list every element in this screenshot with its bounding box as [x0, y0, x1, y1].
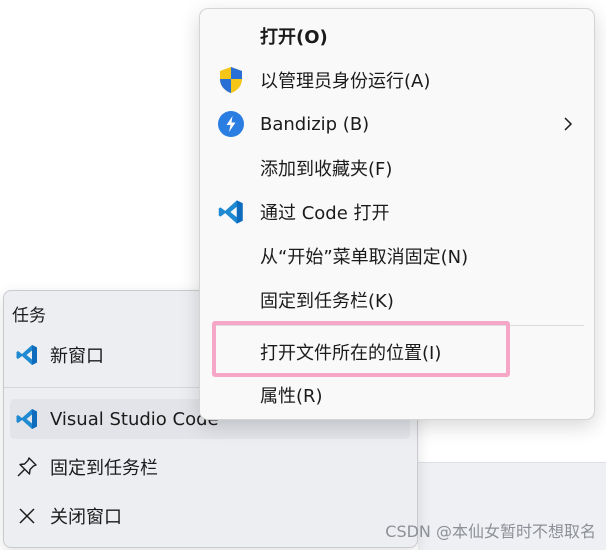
menu-item-run-as-admin[interactable]: 以管理员身份运行(A) — [200, 60, 594, 100]
context-menu: 打开(O) 以管理员身份运行(A) Bandizip (B) 添加到收藏夹(F) — [199, 8, 595, 420]
close-icon — [14, 503, 40, 529]
menu-item-add-to-favorites[interactable]: 添加到收藏夹(F) — [200, 148, 594, 188]
menu-item-open-label: 打开(O) — [260, 27, 328, 48]
close-window-label: 关闭窗口 — [50, 507, 122, 528]
menu-item-properties[interactable]: 属性(R) — [200, 375, 594, 415]
vscode-icon — [216, 197, 246, 227]
uac-shield-icon — [216, 65, 246, 95]
menu-item-pin-to-taskbar-label: 固定到任务栏(K) — [260, 291, 394, 312]
menu-item-bandizip[interactable]: Bandizip (B) — [200, 104, 594, 144]
menu-item-bandizip-label: Bandizip (B) — [260, 113, 370, 135]
chevron-right-icon — [560, 115, 576, 133]
menu-item-add-to-favorites-label: 添加到收藏夹(F) — [260, 159, 393, 180]
pin-icon — [14, 454, 40, 480]
menu-item-open-file-location-label: 打开文件所在的位置(I) — [260, 343, 442, 364]
menu-item-open[interactable]: 打开(O) — [200, 16, 594, 56]
menu-item-open-with-code[interactable]: 通过 Code 打开 — [200, 192, 594, 232]
vscode-app-label: Visual Studio Code — [50, 408, 219, 430]
menu-item-open-with-code-label: 通过 Code 打开 — [260, 203, 390, 224]
menu-item-unpin-from-start[interactable]: 从“开始”菜单取消固定(N) — [200, 236, 594, 276]
new-window-label: 新窗口 — [50, 346, 104, 367]
pin-to-taskbar-action[interactable]: 固定到任务栏 — [10, 447, 410, 487]
close-window-action[interactable]: 关闭窗口 — [10, 496, 410, 536]
menu-separator — [212, 325, 584, 326]
menu-item-open-file-location[interactable]: 打开文件所在的位置(I) — [200, 332, 594, 372]
vscode-icon — [14, 342, 40, 368]
bandizip-icon — [216, 109, 246, 139]
menu-item-run-as-admin-label: 以管理员身份运行(A) — [260, 71, 431, 92]
menu-item-unpin-from-start-label: 从“开始”菜单取消固定(N) — [260, 247, 469, 268]
menu-item-properties-label: 属性(R) — [260, 386, 323, 407]
menu-item-pin-to-taskbar[interactable]: 固定到任务栏(K) — [200, 280, 594, 320]
tasks-section-title: 任务 — [12, 306, 46, 326]
watermark: CSDN @本仙女暂时不想取名 — [385, 522, 596, 541]
vscode-icon — [14, 406, 40, 432]
pin-to-taskbar-label: 固定到任务栏 — [50, 458, 158, 479]
